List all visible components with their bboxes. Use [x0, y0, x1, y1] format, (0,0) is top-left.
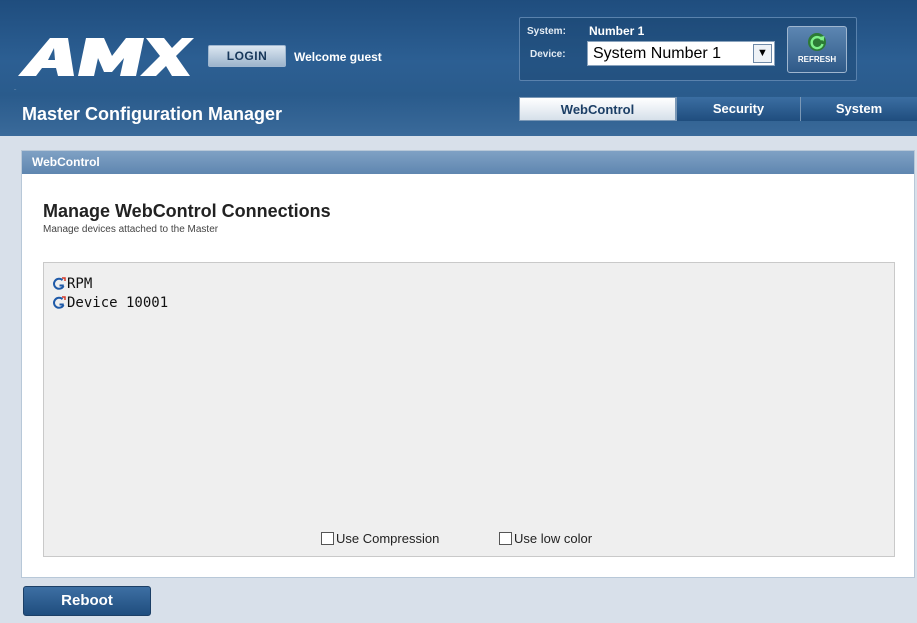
- svg-text:AMX: AMX: [14, 88, 17, 91]
- list-item[interactable]: Device 10001: [52, 294, 168, 312]
- reboot-button[interactable]: Reboot: [23, 586, 151, 616]
- refresh-icon: [808, 33, 826, 51]
- header-bar: AMX LOGIN Welcome guest System: Number 1…: [0, 0, 917, 136]
- device-list: RPM Device 10001 Use Compression Use low…: [43, 262, 895, 557]
- tab-webcontrol[interactable]: WebControl: [519, 97, 676, 121]
- use-low-color-option[interactable]: Use low color: [499, 531, 592, 546]
- g-connection-icon: [53, 277, 66, 290]
- page-title: Master Configuration Manager: [22, 104, 283, 124]
- use-compression-option[interactable]: Use Compression: [321, 531, 439, 546]
- tab-system[interactable]: System: [800, 97, 917, 121]
- content-panel: WebControl Manage WebControl Connections…: [21, 150, 915, 578]
- welcome-text: Welcome guest: [294, 50, 382, 64]
- use-low-color-checkbox[interactable]: [499, 532, 512, 545]
- refresh-button[interactable]: REFRESH: [787, 26, 847, 73]
- login-button[interactable]: LOGIN: [208, 45, 286, 67]
- g-connection-icon: [53, 296, 66, 309]
- device-name: RPM: [67, 276, 93, 292]
- use-low-color-label: Use low color: [514, 531, 593, 546]
- device-select[interactable]: System Number 1 ▼: [587, 41, 775, 66]
- device-name: Device 10001: [67, 295, 169, 311]
- chevron-down-icon[interactable]: ▼: [753, 44, 772, 63]
- device-select-value: System Number 1: [593, 45, 722, 62]
- amx-logo: AMX: [14, 38, 194, 91]
- use-compression-label: Use Compression: [336, 531, 440, 546]
- panel-header: WebControl: [22, 151, 914, 174]
- use-compression-checkbox[interactable]: [321, 532, 334, 545]
- section-subtitle: Manage devices attached to the Master: [43, 224, 219, 235]
- section-title: Manage WebControl Connections: [43, 201, 331, 221]
- list-item[interactable]: RPM: [52, 275, 92, 293]
- system-value: Number 1: [589, 24, 645, 38]
- tab-security[interactable]: Security: [676, 97, 800, 121]
- device-label: Device:: [530, 49, 566, 60]
- refresh-label: REFRESH: [797, 55, 837, 64]
- system-label: System:: [527, 26, 566, 37]
